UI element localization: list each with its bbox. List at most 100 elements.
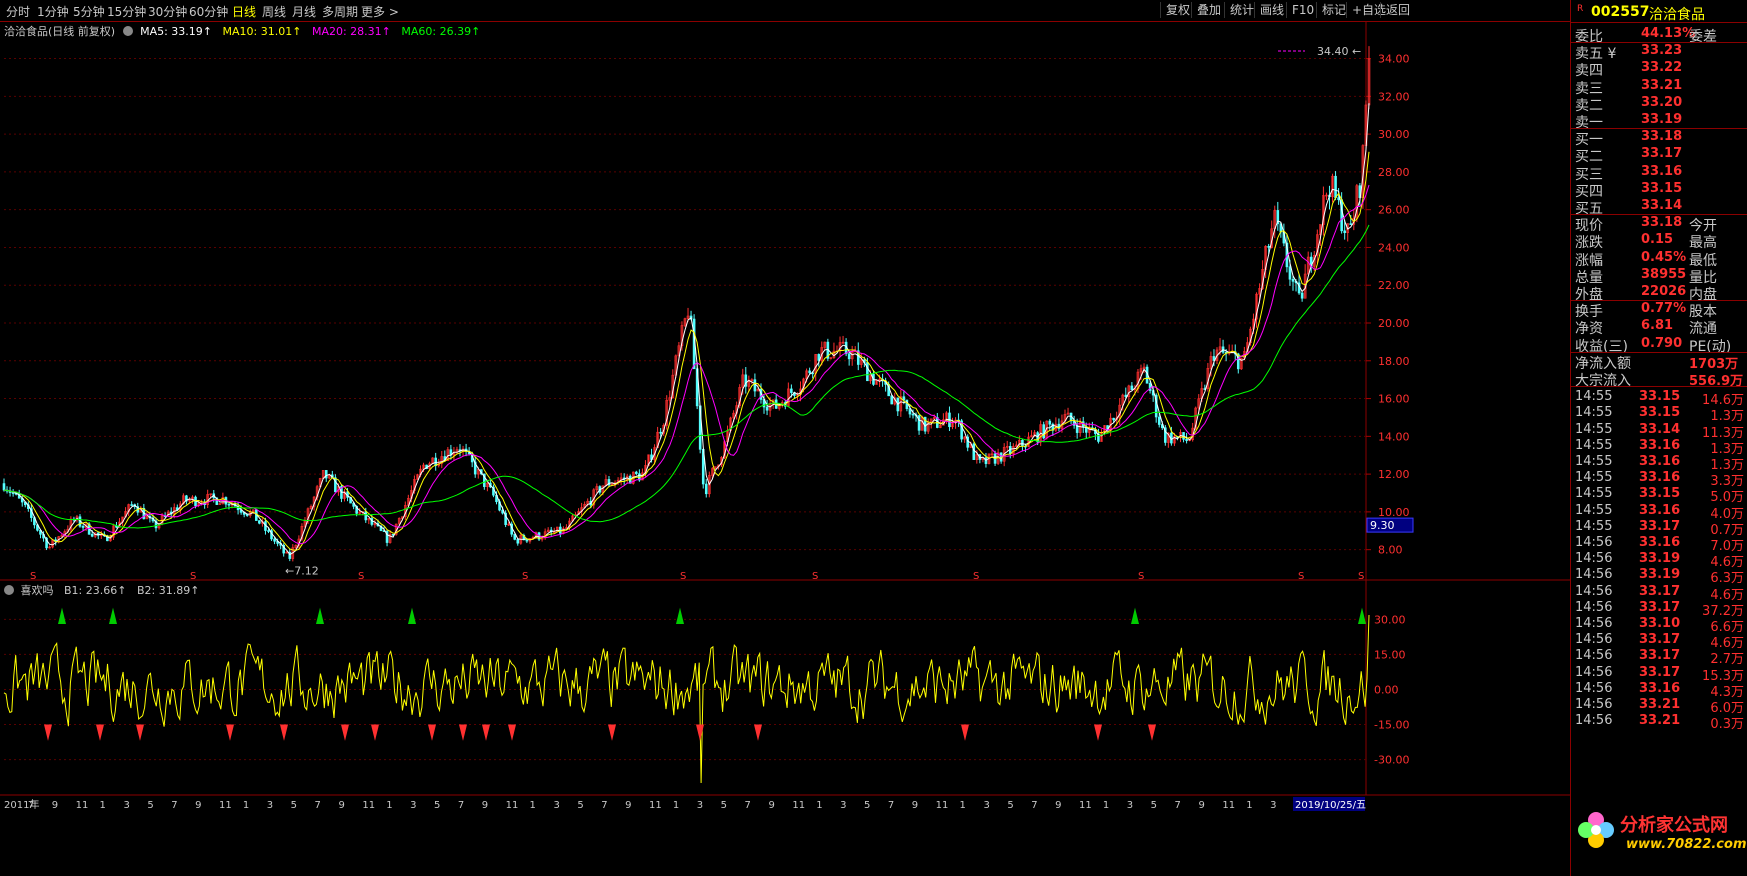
x-tick-label: 7 xyxy=(315,800,321,811)
period-tab[interactable]: 30分钟 xyxy=(148,3,187,20)
candle-body xyxy=(808,370,811,374)
toolbar-button[interactable]: 返回 xyxy=(1380,2,1415,18)
toolbar-button[interactable]: 画线 xyxy=(1254,2,1289,18)
quote-row: 涨跌 0.15 最高 xyxy=(1575,232,1747,251)
y-tick-label: 14.00 xyxy=(1378,430,1410,443)
candle-body xyxy=(364,511,368,521)
tick-row: 14:55 33.17 0.7万 xyxy=(1575,518,1747,538)
dividend-marker: S xyxy=(522,571,528,582)
x-tick-label: 5 xyxy=(291,800,297,811)
candle-body xyxy=(1112,417,1115,421)
x-tick-label: 1 xyxy=(673,800,679,811)
candle-body xyxy=(972,443,976,460)
candle-body xyxy=(258,520,261,524)
period-tab[interactable]: 5分钟 xyxy=(73,3,105,20)
candle-body xyxy=(1267,245,1270,248)
tick-time: 14:56 xyxy=(1575,697,1613,712)
period-tab[interactable]: 1分钟 xyxy=(37,3,69,20)
candle-body xyxy=(1048,420,1052,425)
price-marker-label: 9.30 xyxy=(1370,519,1395,532)
dividend-marker: S xyxy=(1138,571,1144,582)
period-tab[interactable]: 更多 > xyxy=(361,3,399,20)
row-value: 33.23 xyxy=(1641,43,1683,59)
tick-price: 33.17 xyxy=(1639,583,1681,599)
sell-arrow xyxy=(408,607,416,625)
candle-body xyxy=(1185,439,1188,441)
buy-arrow xyxy=(226,724,234,741)
buy-arrow xyxy=(459,724,467,741)
y-tick-label: 16.00 xyxy=(1378,393,1410,406)
ma5-line xyxy=(3,103,1370,556)
toolbar-button[interactable]: 叠加 xyxy=(1191,2,1226,18)
x-tick-label: 5 xyxy=(721,800,727,811)
sell-arrow xyxy=(1358,607,1366,625)
candle-body xyxy=(1042,424,1046,439)
period-tab[interactable]: 周线 xyxy=(262,3,286,20)
ma60-label: MA60: 26.39↑ xyxy=(401,25,481,38)
sell-arrow xyxy=(58,607,66,625)
quote-row: 买四 33.15 xyxy=(1575,181,1747,200)
flow-row: 净流入额 1703万 xyxy=(1575,353,1747,372)
y-tick-label: 26.00 xyxy=(1378,204,1410,217)
period-tab[interactable]: 多周期 xyxy=(322,3,358,20)
settings-icon[interactable] xyxy=(122,26,133,36)
x-tick-label: 1 xyxy=(816,800,822,811)
quote-row: 买一 33.18 xyxy=(1575,129,1747,148)
y-tick-label: 30.00 xyxy=(1378,128,1410,141)
tick-price: 33.17 xyxy=(1639,518,1681,534)
row-value: 33.14 xyxy=(1641,198,1683,213)
divider xyxy=(1571,22,1747,23)
dividend-marker: S xyxy=(1358,571,1364,582)
tick-row: 14:55 33.15 5.0万 xyxy=(1575,486,1747,505)
dividend-marker: S xyxy=(190,571,196,582)
tick-time: 14:56 xyxy=(1575,599,1613,615)
toolbar-button[interactable]: 复权 xyxy=(1160,2,1195,18)
x-tick-label: 3 xyxy=(123,800,129,811)
row-value: 33.22 xyxy=(1641,60,1683,76)
row-value: 0.77% xyxy=(1641,301,1687,317)
tick-row: 14:56 33.19 6.3万 xyxy=(1575,567,1747,586)
tick-row: 14:55 33.16 4.0万 xyxy=(1575,503,1747,522)
tick-row: 14:56 33.16 7.0万 xyxy=(1575,535,1747,554)
buy-arrow xyxy=(1094,724,1102,741)
tick-row: 14:55 33.15 14.6万 xyxy=(1575,389,1747,408)
x-tick-label: 11 xyxy=(362,800,375,811)
candle-body xyxy=(917,415,921,431)
y-tick-label: 24.00 xyxy=(1378,241,1410,254)
dividend-marker: S xyxy=(358,571,364,582)
candle-body xyxy=(1157,416,1161,425)
period-tab[interactable]: 分时 xyxy=(6,3,30,20)
tick-price: 33.21 xyxy=(1639,697,1681,712)
period-tab[interactable]: 15分钟 xyxy=(107,3,146,20)
tick-row: 14:55 33.14 11.3万 xyxy=(1575,421,1747,441)
settings-icon[interactable] xyxy=(4,585,14,595)
tick-time: 14:55 xyxy=(1575,389,1613,405)
period-tab[interactable]: 日线 xyxy=(232,3,256,20)
x-tick-label: 1 xyxy=(100,800,106,811)
x-tick-label: 1 xyxy=(1246,800,1252,811)
candle-body xyxy=(1334,175,1337,198)
row-value: 0.790 xyxy=(1641,335,1683,351)
tick-price: 33.16 xyxy=(1639,535,1681,550)
sell-arrow xyxy=(1131,607,1139,625)
x-tick-label: 11 xyxy=(792,800,805,811)
flower-icon xyxy=(1578,812,1614,848)
tick-time: 14:56 xyxy=(1575,648,1613,664)
tick-price: 33.16 xyxy=(1639,454,1681,469)
x-tick-label: 9 xyxy=(482,800,488,811)
period-tab[interactable]: 月线 xyxy=(292,3,316,20)
period-tab[interactable]: 60分钟 xyxy=(189,3,228,20)
quote-row: 总量 38955 量比 xyxy=(1575,267,1747,286)
tick-time: 14:55 xyxy=(1575,421,1613,437)
candle-body xyxy=(1291,278,1295,282)
sell-arrow xyxy=(316,607,324,625)
logo-url: www.70822.com xyxy=(1626,837,1747,852)
candle-body xyxy=(847,353,851,360)
tick-row: 14:56 33.16 4.3万 xyxy=(1575,681,1747,700)
toolbar-button[interactable]: F10 xyxy=(1286,2,1319,18)
buy-arrow xyxy=(280,724,288,741)
high-label: 34.40 ← xyxy=(1317,45,1361,58)
tick-price: 33.17 xyxy=(1639,648,1681,664)
indicator-name: 喜欢吗 xyxy=(20,584,54,597)
b1-line xyxy=(3,614,1370,784)
